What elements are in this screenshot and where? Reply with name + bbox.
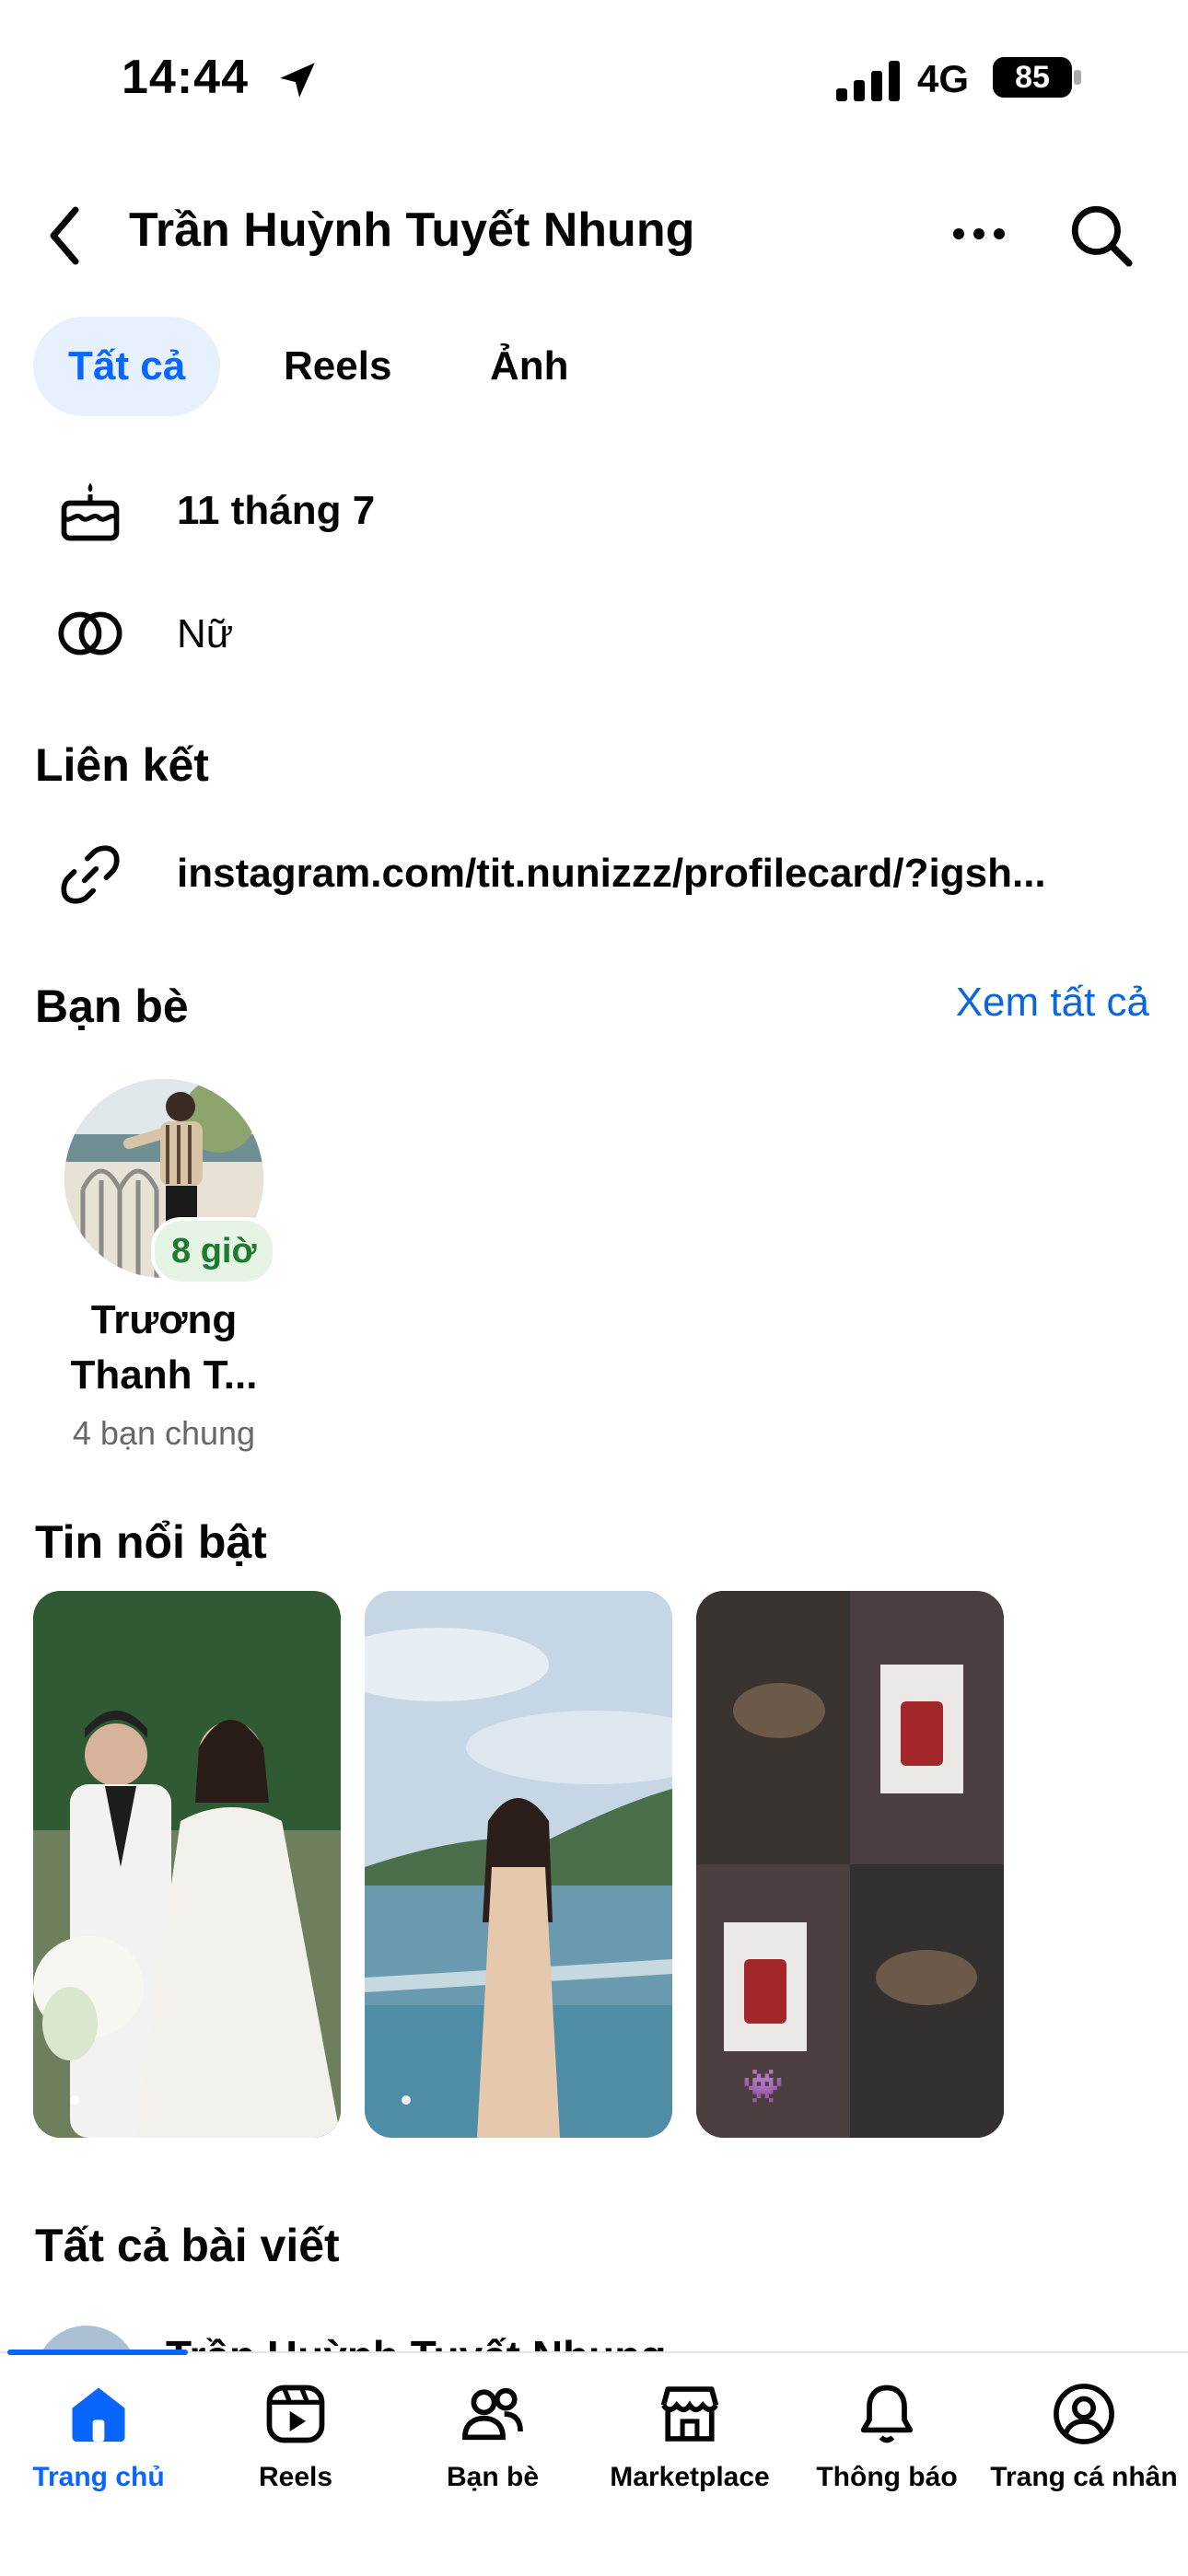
friends-icon — [462, 2387, 523, 2441]
highlights-section-title: Tin nổi bật — [35, 1516, 267, 1568]
tab-photos[interactable]: Ảnh — [455, 317, 604, 416]
links-section-title: Liên kết — [35, 739, 209, 791]
friend-online-badge: 8 giờ — [151, 1217, 277, 1285]
nav-home-label: Trang chủ — [32, 2462, 165, 2492]
status-time: 14:44 — [122, 51, 249, 104]
gender-icon — [58, 611, 122, 656]
nav-notifications[interactable]: Thông báo — [788, 2379, 985, 2493]
battery-icon: 85 — [993, 57, 1081, 98]
nav-reels[interactable]: Reels — [197, 2379, 394, 2493]
nav-notifications-label: Thông báo — [816, 2462, 958, 2492]
nav-active-indicator — [7, 2350, 188, 2355]
nav-friends[interactable]: Bạn bè — [394, 2379, 591, 2493]
friend-name[interactable]: Trương Thanh T... — [37, 1293, 291, 1403]
reels-icon — [266, 2385, 325, 2443]
highlight-indicator-dot — [402, 2095, 411, 2105]
highlight-photo-1 — [33, 1591, 341, 2138]
all-posts-section-title: Tất cả bài viết — [35, 2220, 340, 2271]
highlight-story-2[interactable] — [365, 1591, 672, 2138]
network-type: 4G — [917, 57, 970, 100]
nav-reels-label: Reels — [258, 2462, 333, 2492]
nav-profile[interactable]: Trang cá nhân — [985, 2379, 1182, 2493]
chevron-left-icon[interactable] — [42, 203, 87, 269]
alien-emoji: 👾 — [742, 2067, 784, 2105]
nav-friends-label: Bạn bè — [446, 2462, 540, 2492]
highlight-story-3[interactable]: 👾 — [696, 1591, 1004, 2138]
nav-marketplace-label: Marketplace — [610, 2462, 770, 2492]
highlight-photo-3: 👾 — [696, 1591, 1004, 2138]
search-icon[interactable] — [1066, 201, 1135, 269]
home-icon — [72, 2387, 125, 2443]
cellular-signal-icon — [836, 61, 900, 101]
highlight-story-1[interactable] — [33, 1591, 341, 2138]
friend-name-line1: Trương — [90, 1297, 238, 1342]
profile-icon — [1054, 2384, 1114, 2444]
birthday-cake-icon — [61, 482, 120, 541]
link-icon — [61, 845, 120, 904]
location-arrow-icon — [280, 63, 315, 98]
friend-name-line2: Thanh T... — [70, 1352, 258, 1398]
bell-icon — [860, 2385, 914, 2443]
tab-all[interactable]: Tất cả — [33, 317, 221, 416]
friend-mutual-count: 4 bạn chung — [72, 1414, 256, 1452]
ellipsis-icon[interactable] — [947, 212, 1011, 256]
nav-home[interactable]: Trang chủ — [0, 2379, 197, 2493]
highlight-photo-2 — [365, 1591, 672, 2138]
battery-level: 85 — [1015, 60, 1050, 95]
nav-marketplace[interactable]: Marketplace — [591, 2379, 788, 2493]
marketplace-icon — [660, 2386, 719, 2442]
friends-section-title: Bạn bè — [35, 981, 189, 1032]
gender-text: Nữ — [177, 611, 234, 656]
instagram-link[interactable]: instagram.com/tit.nunizzz/profilecard/?i… — [177, 851, 1046, 897]
birthday-text: 11 tháng 7 — [177, 488, 376, 533]
profile-name-title: Trần Huỳnh Tuyết Nhung — [129, 203, 695, 257]
see-all-friends-link[interactable]: Xem tất cả — [956, 980, 1149, 1026]
tab-reels[interactable]: Reels — [249, 317, 426, 416]
nav-profile-label: Trang cá nhân — [990, 2462, 1178, 2492]
highlight-indicator-dot — [70, 2095, 79, 2105]
